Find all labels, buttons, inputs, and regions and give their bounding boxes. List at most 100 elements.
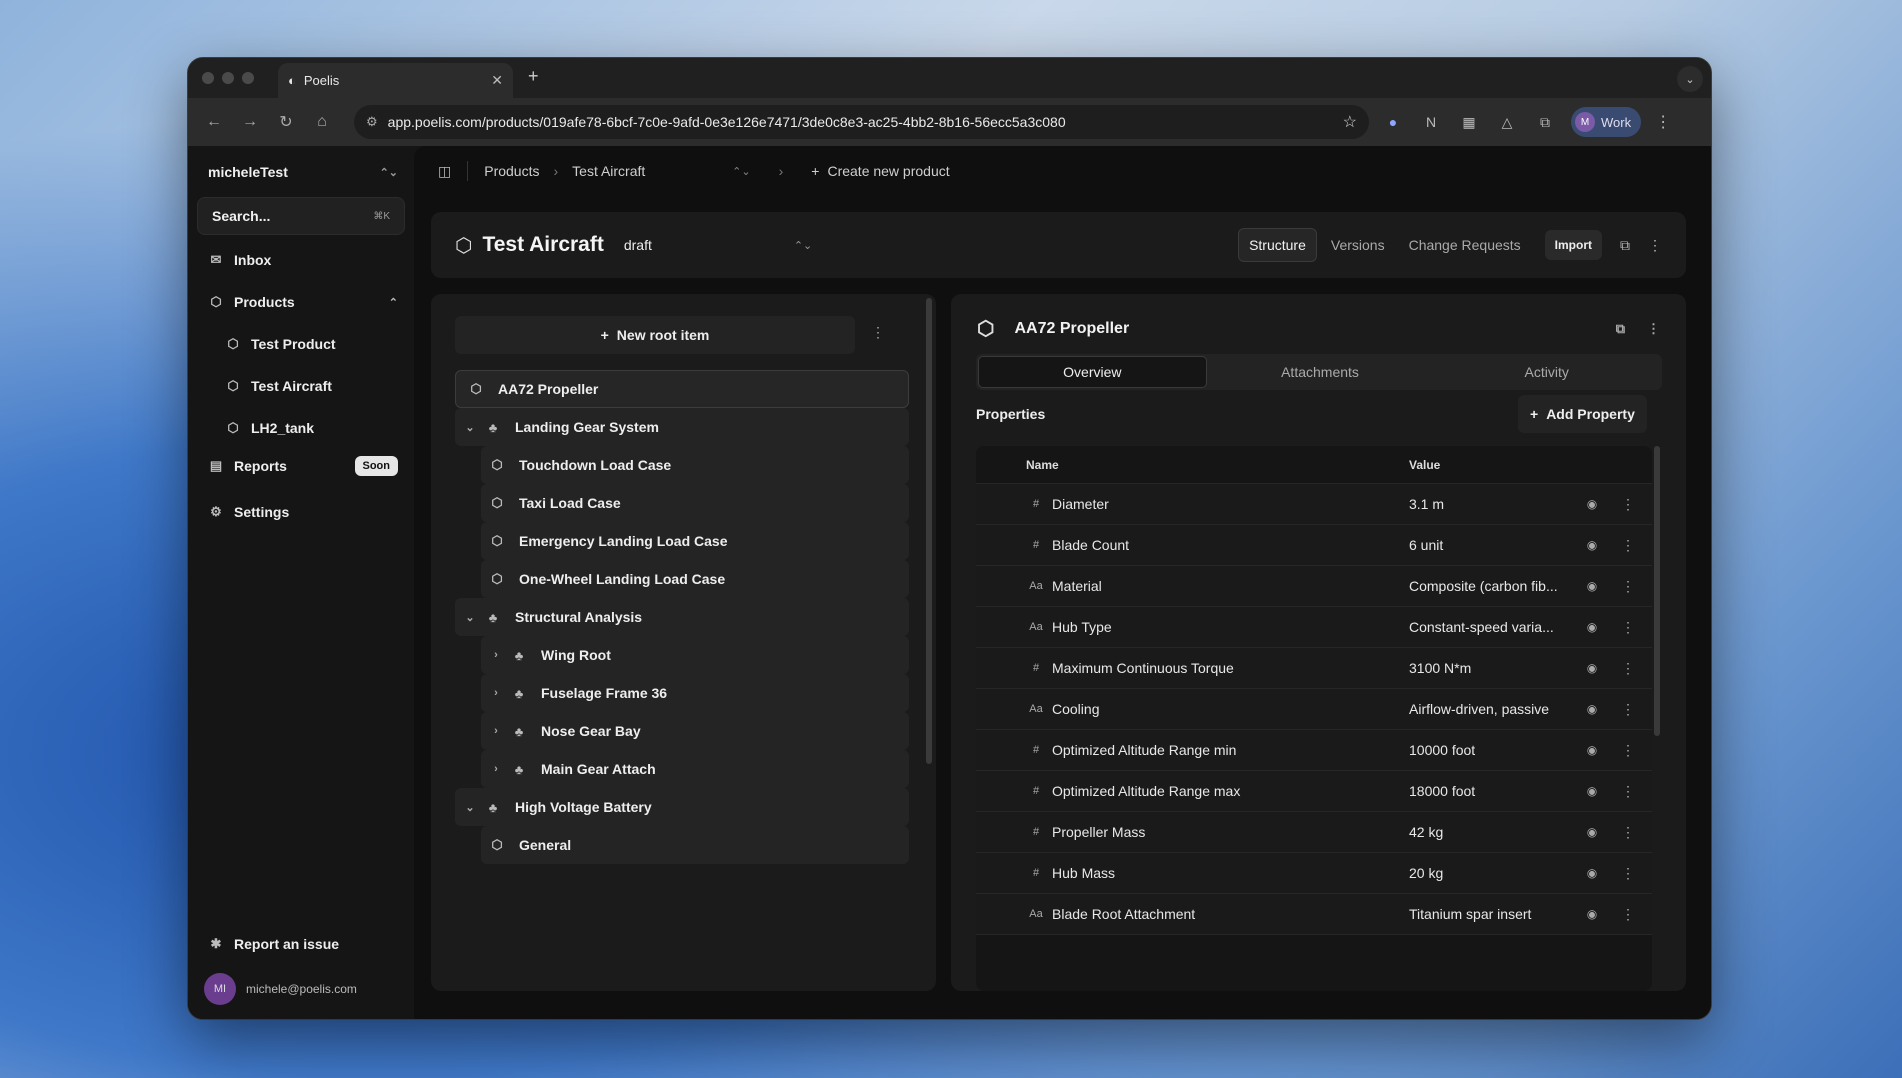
- kebab-icon[interactable]: ⋮: [1610, 496, 1646, 513]
- property-value[interactable]: Composite (carbon fib...: [1409, 578, 1574, 594]
- tree-item[interactable]: ⬡ One-Wheel Landing Load Case: [481, 560, 909, 598]
- sidebar-item-lh2-tank[interactable]: ⬡ LH2_tank: [225, 420, 415, 436]
- sidebar-item-test-aircraft[interactable]: ⬡ Test Aircraft: [225, 378, 415, 394]
- tab-activity[interactable]: Activity: [1433, 356, 1660, 388]
- status-select[interactable]: draft: [624, 237, 794, 253]
- property-value[interactable]: Titanium spar insert: [1409, 906, 1574, 922]
- notion-icon[interactable]: N: [1417, 108, 1445, 136]
- tab-overview[interactable]: Overview: [978, 356, 1207, 388]
- kebab-icon[interactable]: ⋮: [1610, 660, 1646, 677]
- eye-icon[interactable]: ◉: [1574, 497, 1610, 511]
- tree-item[interactable]: › ♣ Main Gear Attach: [481, 750, 909, 788]
- window-maximize-dot[interactable]: [242, 72, 254, 84]
- chevron-right-icon[interactable]: ›: [485, 649, 507, 661]
- eye-icon[interactable]: ◉: [1574, 866, 1610, 880]
- add-property-button[interactable]: + Add Property: [1518, 395, 1647, 433]
- chevron-down-icon[interactable]: ⌄: [459, 611, 481, 624]
- browser-menu-icon[interactable]: ⋮: [1655, 112, 1671, 132]
- profile-button[interactable]: M Work: [1571, 107, 1642, 137]
- property-value[interactable]: 10000 foot: [1409, 742, 1574, 758]
- address-bar[interactable]: ⚙ app.poelis.com/products/019afe78-6bcf-…: [354, 105, 1369, 139]
- tree-item[interactable]: ⌄ ♣ High Voltage Battery: [455, 788, 909, 826]
- bookmark-star-icon[interactable]: ☆: [1343, 112, 1357, 132]
- table-row[interactable]: Aa Blade Root Attachment Titanium spar ins…: [976, 894, 1652, 935]
- updown-chevron-icon[interactable]: ⌃⌄: [732, 165, 750, 178]
- table-row[interactable]: # Blade Count 6 unit ◉ ⋮: [976, 525, 1652, 566]
- report-issue-link[interactable]: ✱ Report an issue: [208, 936, 398, 952]
- eye-icon[interactable]: ◉: [1574, 702, 1610, 716]
- column-header-value[interactable]: Value: [1409, 458, 1574, 472]
- eye-icon[interactable]: ◉: [1574, 538, 1610, 552]
- property-value[interactable]: 3.1 m: [1409, 496, 1574, 512]
- sidebar-item-test-product[interactable]: ⬡ Test Product: [225, 336, 415, 352]
- sidebar-item-inbox[interactable]: ✉ Inbox: [208, 252, 398, 268]
- table-row[interactable]: # Propeller Mass 42 kg ◉ ⋮: [976, 812, 1652, 853]
- property-value[interactable]: 42 kg: [1409, 824, 1574, 840]
- property-value[interactable]: Airflow-driven, passive: [1409, 701, 1574, 717]
- kebab-icon[interactable]: ⋮: [1610, 824, 1646, 841]
- eye-icon[interactable]: ◉: [1574, 661, 1610, 675]
- chevron-right-icon[interactable]: ›: [485, 725, 507, 737]
- home-icon[interactable]: ⌂: [308, 113, 336, 131]
- table-row[interactable]: # Hub Mass 20 kg ◉ ⋮: [976, 853, 1652, 894]
- table-row[interactable]: # Optimized Altitude Range max 18000 foot ◉…: [976, 771, 1652, 812]
- tree-item[interactable]: ⬡ Taxi Load Case: [481, 484, 909, 522]
- property-value[interactable]: 6 unit: [1409, 537, 1574, 553]
- tree-item[interactable]: ⬡ General: [481, 826, 909, 864]
- tab-versions[interactable]: Versions: [1321, 229, 1395, 261]
- kebab-icon[interactable]: ⋮: [1610, 537, 1646, 554]
- sidebar-item-products[interactable]: ⬡ Products ⌃: [208, 294, 398, 310]
- eye-icon[interactable]: ◉: [1574, 907, 1610, 921]
- table-row[interactable]: Aa Cooling Airflow-driven, passive ◉ ⋮: [976, 689, 1652, 730]
- updown-chevron-icon[interactable]: ⌃⌄: [794, 239, 812, 252]
- eye-icon[interactable]: ◉: [1574, 784, 1610, 798]
- chevron-down-icon[interactable]: ⌄: [459, 801, 481, 814]
- reload-icon[interactable]: ↻: [272, 112, 300, 132]
- tree-scrollbar[interactable]: [926, 298, 932, 764]
- extensions-puzzle-icon[interactable]: ⧉: [1531, 108, 1559, 136]
- table-row[interactable]: # Diameter 3.1 m ◉ ⋮: [976, 484, 1652, 525]
- chevron-up-icon[interactable]: ⌃: [389, 296, 398, 309]
- create-product-link[interactable]: Create new product: [827, 163, 949, 179]
- property-value[interactable]: 20 kg: [1409, 865, 1574, 881]
- kebab-icon[interactable]: ⋮: [1610, 578, 1646, 595]
- tree-item[interactable]: ⌄ ♣ Landing Gear System: [455, 408, 909, 446]
- kebab-icon[interactable]: ⋮: [871, 324, 885, 341]
- user-account[interactable]: MI michele@poelis.com: [204, 973, 357, 1005]
- tree-item[interactable]: › ♣ Fuselage Frame 36: [481, 674, 909, 712]
- kebab-icon[interactable]: ⋮: [1610, 701, 1646, 718]
- copy-icon[interactable]: ⧉: [1616, 321, 1625, 337]
- extension-3-icon[interactable]: ▦: [1455, 108, 1483, 136]
- table-row[interactable]: Aa Material Composite (carbon fib... ◉ ⋮: [976, 566, 1652, 607]
- tree-item[interactable]: › ♣ Nose Gear Bay: [481, 712, 909, 750]
- back-icon[interactable]: ←: [200, 113, 228, 131]
- browser-tab[interactable]: ◐ Poelis ✕: [278, 63, 513, 98]
- chevron-right-icon[interactable]: ›: [485, 687, 507, 699]
- new-tab-icon[interactable]: +: [528, 66, 539, 87]
- eye-icon[interactable]: ◉: [1574, 743, 1610, 757]
- property-value[interactable]: 3100 N*m: [1409, 660, 1574, 676]
- eye-icon[interactable]: ◉: [1574, 620, 1610, 634]
- breadcrumb-products[interactable]: Products: [484, 163, 539, 179]
- table-row[interactable]: # Optimized Altitude Range min 10000 foot ◉…: [976, 730, 1652, 771]
- import-button[interactable]: Import: [1544, 230, 1602, 260]
- window-minimize-dot[interactable]: [222, 72, 234, 84]
- tab-attachments[interactable]: Attachments: [1207, 356, 1434, 388]
- sidebar-item-settings[interactable]: ⚙ Settings: [208, 504, 398, 520]
- column-header-name[interactable]: Name: [1026, 458, 1409, 472]
- forward-icon[interactable]: →: [236, 113, 264, 131]
- tree-item[interactable]: ⌄ ♣ Structural Analysis: [455, 598, 909, 636]
- kebab-icon[interactable]: ⋮: [1610, 865, 1646, 882]
- workspace-switcher[interactable]: micheleTest ⌃⌄: [208, 164, 398, 180]
- chevron-right-icon[interactable]: ›: [485, 763, 507, 775]
- chevron-down-icon[interactable]: ⌄: [459, 421, 481, 434]
- extension-1-icon[interactable]: ●: [1379, 108, 1407, 136]
- tree-item[interactable]: ⬡ AA72 Propeller: [455, 370, 909, 408]
- table-row[interactable]: # Maximum Continuous Torque 3100 N*m ◉ ⋮: [976, 648, 1652, 689]
- table-row[interactable]: Aa Hub Type Constant-speed varia... ◉ ⋮: [976, 607, 1652, 648]
- tab-change-requests[interactable]: Change Requests: [1399, 229, 1531, 261]
- window-close-dot[interactable]: [202, 72, 214, 84]
- chevron-down-icon[interactable]: ⌄: [1677, 66, 1703, 92]
- kebab-icon[interactable]: ⋮: [1648, 237, 1662, 254]
- tab-structure[interactable]: Structure: [1238, 228, 1317, 262]
